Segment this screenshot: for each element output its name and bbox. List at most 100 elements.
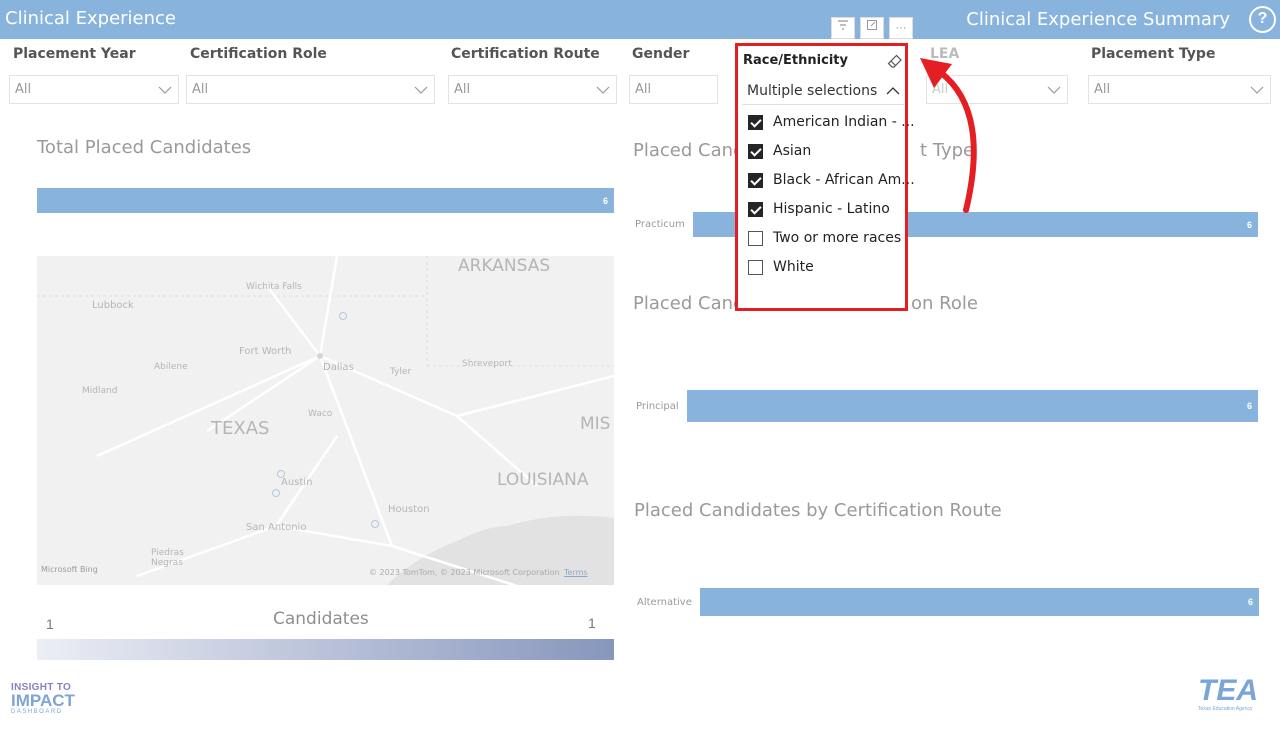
tea-logo-text: TEA (1198, 674, 1258, 707)
category-label: Principal (636, 401, 679, 412)
chevron-down-icon (414, 86, 428, 94)
legend-max: 1 (588, 615, 596, 631)
chevron-down-icon (1250, 86, 1264, 94)
category-label: Practicum (635, 219, 685, 230)
gender-dropdown[interactable]: All (629, 75, 718, 104)
option-black-african-american[interactable]: Black - African Am... (748, 169, 915, 193)
report-canvas: Clinical Experience Clinical Experience … (0, 0, 1280, 741)
map-copyright: © 2023 TomTom, © 2023 Microsoft Corporat… (369, 568, 560, 577)
map-label-midland: Midland (82, 386, 118, 396)
filter-label: Placement Year (13, 46, 136, 62)
filter-certification-route: Certification Route All (448, 46, 617, 104)
placement-type-dropdown[interactable]: All (1088, 75, 1271, 104)
checkbox[interactable] (748, 144, 763, 159)
map-label-lubbock: Lubbock (92, 300, 134, 311)
checkbox[interactable] (748, 231, 763, 246)
report-header: Clinical Experience Clinical Experience … (0, 0, 1280, 39)
eraser-icon[interactable] (887, 53, 903, 69)
certification-role-dropdown[interactable]: All (186, 75, 435, 104)
route-chart-title: Placed Candidates by Certification Route (634, 500, 1002, 521)
filter-icon[interactable] (831, 17, 855, 39)
option-white[interactable]: White (748, 256, 904, 280)
annotation-arrow-icon (920, 58, 977, 213)
chevron-down-icon (158, 86, 172, 94)
map-label-wichita-falls: Wichita Falls (246, 282, 302, 292)
filter-label: Gender (632, 46, 690, 62)
race-ethnicity-label: Race/Ethnicity (743, 53, 848, 68)
bar-value: 6 (1247, 597, 1253, 607)
selection-summary: Multiple selections (747, 83, 878, 99)
checkbox[interactable] (748, 202, 763, 217)
filter-certification-role: Certification Role All (186, 46, 435, 104)
filter-label: Certification Route (451, 46, 600, 62)
dropdown-value: All (635, 82, 652, 97)
role-chart-title-end: on Role (911, 293, 978, 314)
total-placed-title: Total Placed Candidates (37, 137, 252, 158)
dropdown-value: All (1094, 82, 1111, 97)
filter-placement-type: Placement Type All (1088, 46, 1271, 104)
dropdown-value: All (454, 82, 471, 97)
chevron-down-icon (1047, 86, 1061, 94)
map-bing-logo: Microsoft Bing (41, 565, 98, 574)
insight-to-impact-logo: INSIGHT TO IMPACT DASHBOARD (11, 682, 83, 715)
chevron-up-icon (886, 87, 900, 95)
map-label-austin: Austin (281, 477, 313, 488)
option-label: American Indian - ... (773, 114, 915, 130)
map-label-waco: Waco (308, 409, 333, 419)
tea-logo-subtitle: Texas Education Agency (1198, 706, 1253, 712)
map-label-tyler: Tyler (390, 367, 412, 377)
focus-mode-icon[interactable] (860, 17, 884, 39)
checkbox[interactable] (748, 173, 763, 188)
map-label-dallas: Dallas (323, 362, 354, 373)
total-placed-bar[interactable]: 6 (37, 188, 614, 213)
report-title: Clinical Experience (5, 8, 177, 29)
filter-placement-year: Placement Year All (9, 46, 179, 104)
option-label: Asian (773, 143, 812, 159)
role-bar[interactable]: 6 (687, 390, 1258, 422)
checkbox[interactable] (748, 260, 763, 275)
map-label-piedras-negras: Piedras Negras (151, 548, 184, 568)
dropdown-value: All (192, 82, 209, 97)
map-terms-link[interactable]: Terms (564, 568, 588, 577)
more-options-button[interactable]: ··· (889, 17, 913, 39)
filter-label: Placement Type (1091, 46, 1216, 62)
bar-value: 6 (1246, 401, 1252, 411)
option-hispanic-latino[interactable]: Hispanic - Latino (748, 198, 904, 222)
filter-gender: Gender All (629, 46, 718, 104)
option-label: White (773, 259, 814, 275)
map-label-louisiana: LOUISIANA (497, 470, 589, 490)
legend-min: 1 (46, 616, 54, 632)
map-label-houston: Houston (388, 504, 430, 515)
route-bar[interactable]: 6 (700, 588, 1259, 616)
certification-route-dropdown[interactable]: All (448, 75, 617, 104)
category-label: Alternative (637, 597, 692, 608)
tea-logo: TEA Texas Education Agency (1198, 676, 1272, 714)
help-icon[interactable]: ? (1249, 6, 1276, 33)
race-ethnicity-dropdown[interactable]: Multiple selections (742, 79, 904, 105)
legend-gradient (37, 639, 614, 660)
placement-type-chart-title: Placed Cand (633, 140, 745, 161)
map-label-shreveport: Shreveport (462, 359, 512, 369)
map-label-texas: TEXAS (211, 418, 270, 439)
bar-value: 6 (1246, 219, 1252, 230)
map-label-arkansas: ARKANSAS (458, 256, 551, 276)
option-label: Black - African Am... (773, 172, 915, 188)
option-label: Two or more races (773, 230, 902, 246)
option-two-or-more-races[interactable]: Two or more races (748, 227, 904, 251)
option-asian[interactable]: Asian (748, 140, 904, 164)
race-ethnicity-slicer: Race/Ethnicity Multiple selections Ameri… (735, 43, 915, 311)
chevron-down-icon (596, 86, 610, 94)
logo-line-2: IMPACT (11, 691, 75, 710)
summary-title: Clinical Experience Summary (966, 9, 1230, 30)
candidates-map[interactable]: ARKANSAS Lubbock Wichita Falls Fort Wort… (37, 256, 614, 585)
option-label: Hispanic - Latino (773, 201, 890, 217)
placement-year-dropdown[interactable]: All (9, 75, 179, 104)
checkbox[interactable] (748, 115, 763, 130)
option-american-indian[interactable]: American Indian - ... (748, 111, 915, 135)
bar-value: 6 (602, 195, 608, 206)
role-chart-title: Placed Cand (633, 293, 745, 314)
map-label-mis: MIS (580, 414, 611, 434)
map-label-abilene: Abilene (154, 362, 188, 372)
filter-label: Certification Role (190, 46, 327, 62)
legend-title: Candidates (273, 609, 369, 629)
